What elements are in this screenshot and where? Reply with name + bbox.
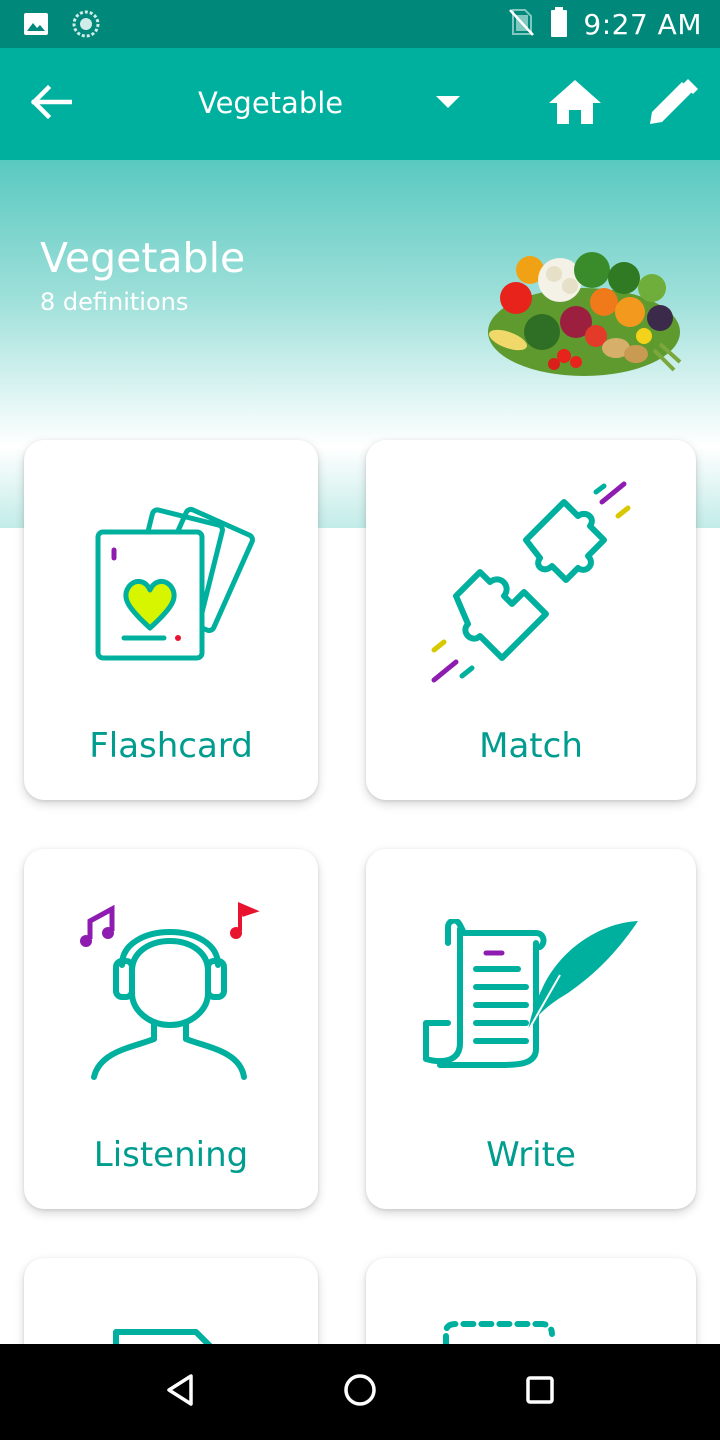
definition-count: 8 definitions xyxy=(40,288,189,316)
sync-icon xyxy=(72,10,100,43)
app-bar: Vegetable xyxy=(0,48,720,160)
nav-back-button[interactable] xyxy=(156,1368,204,1416)
vegetables-image xyxy=(484,240,684,388)
edit-button[interactable] xyxy=(644,76,700,132)
quill-write-icon xyxy=(420,917,644,1080)
back-button[interactable] xyxy=(22,76,78,132)
edit-pencil-icon xyxy=(646,76,698,133)
listening-card[interactable]: Listening xyxy=(24,849,318,1209)
card-label: Write xyxy=(486,1135,576,1175)
home-button[interactable] xyxy=(547,76,603,132)
status-bar: 9:27 AM xyxy=(0,0,720,48)
status-time: 9:27 AM xyxy=(583,7,702,41)
home-icon xyxy=(547,77,603,132)
battery-icon xyxy=(549,6,569,43)
recents-square-icon xyxy=(525,1375,555,1410)
nav-home-button[interactable] xyxy=(336,1368,384,1416)
headphones-listening-icon xyxy=(74,901,264,1090)
back-arrow-icon xyxy=(28,84,73,125)
flashcard-icon xyxy=(94,500,264,675)
no-sim-icon xyxy=(507,7,535,42)
category-title: Vegetable xyxy=(40,234,246,282)
back-triangle-icon xyxy=(165,1373,195,1412)
card-label: Flashcard xyxy=(89,726,253,766)
card-label: Match xyxy=(479,726,583,766)
dropdown-arrow-icon xyxy=(434,94,462,115)
flashcard-card[interactable]: Flashcard xyxy=(24,440,318,800)
nav-recents-button[interactable] xyxy=(516,1368,564,1416)
home-circle-icon xyxy=(342,1372,378,1413)
system-nav-bar xyxy=(0,1344,720,1440)
app-title[interactable]: Vegetable xyxy=(198,86,343,120)
match-card[interactable]: Match xyxy=(366,440,696,800)
puzzle-match-icon xyxy=(428,480,638,695)
category-dropdown-button[interactable] xyxy=(420,76,476,132)
write-card[interactable]: Write xyxy=(366,849,696,1209)
image-icon xyxy=(22,10,50,43)
card-label: Listening xyxy=(93,1135,249,1175)
